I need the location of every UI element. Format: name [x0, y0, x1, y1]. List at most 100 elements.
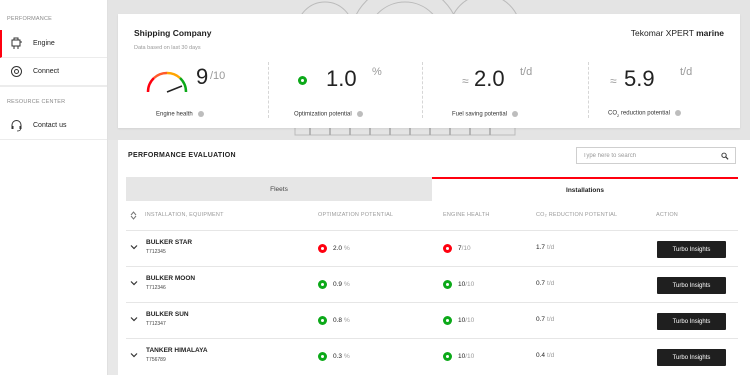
turbo-insights-button[interactable]: Turbo Insights: [657, 349, 726, 366]
opt-unit: %: [344, 281, 350, 288]
installation-code: T712346: [146, 285, 166, 291]
engine-health-label: Engine health: [156, 112, 193, 118]
co2-unit: t/d: [547, 244, 555, 251]
search-input[interactable]: [583, 152, 722, 159]
sidebar-section-resource: RESOURCE CENTER: [0, 86, 107, 112]
data-period-note: Data based on last 30 days: [134, 45, 201, 51]
tab-installations[interactable]: Installations: [432, 177, 738, 201]
chevron-down-icon[interactable]: [130, 279, 138, 287]
health-value: 10: [458, 353, 466, 360]
status-alert-icon: [318, 244, 327, 253]
search-box[interactable]: [576, 147, 736, 164]
installation-name: BULKER MOON: [146, 275, 196, 282]
status-ok-icon: [318, 352, 327, 361]
co2-value: 1.7: [536, 244, 546, 251]
installation-name: BULKER SUN: [146, 311, 189, 318]
connect-icon: [9, 65, 23, 79]
opt-value: 0.3: [333, 353, 343, 360]
status-ok-icon: [318, 316, 327, 325]
table-row[interactable]: BULKER STAR T712345 2.0% 7/10 1.7 t/d Tur…: [126, 230, 738, 266]
table-header: INSTALLATION, EQUIPMENT OPTIMIZATION POT…: [126, 210, 738, 224]
status-alert-icon: [443, 244, 452, 253]
info-icon[interactable]: [197, 111, 204, 118]
chevron-down-icon[interactable]: [130, 243, 138, 251]
optimization-value: 1.0: [326, 66, 357, 91]
co2-unit: t/d: [547, 352, 555, 359]
installation-name: BULKER STAR: [146, 239, 193, 246]
turbo-insights-button[interactable]: Turbo Insights: [657, 277, 726, 294]
installation-name: TANKER HIMALAYA: [146, 347, 208, 354]
brand-regular: Tekomar XPERT: [630, 28, 697, 38]
health-cell: 10/10: [443, 280, 474, 289]
company-name: Shipping Company: [134, 28, 212, 38]
kpi-fuel-saving: ≈ 2.0 t/d Fuel saving potential: [444, 64, 584, 120]
co2-unit: t/d: [547, 280, 555, 287]
installation-code: T712345: [146, 249, 166, 255]
status-ok-icon: [443, 280, 452, 289]
sidebar-item-engine[interactable]: Engine: [0, 30, 107, 58]
co2-cell: 0.7 t/d: [536, 280, 554, 287]
health-cell: 10/10: [443, 352, 474, 361]
optimization-caption: Optimization potential: [294, 111, 363, 118]
status-ok-icon: [318, 280, 327, 289]
kpi-card: Shipping Company Data based on last 30 d…: [118, 14, 740, 128]
installation-code: T756789: [146, 357, 166, 363]
turbo-insights-button[interactable]: Turbo Insights: [657, 241, 726, 258]
sort-icon[interactable]: [130, 211, 137, 220]
opt-unit: %: [344, 317, 350, 324]
table-row[interactable]: TANKER HIMALAYA T756789 0.3% 10/10 0.4 t/…: [126, 338, 738, 374]
sidebar-item-label: Engine: [33, 40, 55, 47]
table-row[interactable]: BULKER SUN T712347 0.8% 10/10 0.7 t/d Tur…: [126, 302, 738, 338]
brand-title: Tekomar XPERT marine: [631, 28, 724, 38]
co2-value: 0.7: [536, 280, 546, 287]
sidebar-item-label: Connect: [33, 68, 60, 75]
kpi-engine-health: 9 /10 Engine health: [144, 64, 254, 120]
health-cell: 10/10: [443, 316, 474, 325]
sidebar-item-contact[interactable]: Contact us: [0, 112, 107, 140]
co2-value: 5.9: [624, 66, 655, 91]
info-icon[interactable]: [674, 110, 681, 117]
info-icon[interactable]: [356, 111, 363, 118]
panel-title: PERFORMANCE EVALUATION: [128, 152, 236, 159]
installation-code: T712347: [146, 321, 166, 327]
fuel-saving-caption: Fuel saving potential: [452, 111, 519, 118]
optimization-cell: 2.0%: [318, 244, 350, 253]
opt-unit: %: [344, 245, 350, 252]
sidebar-item-connect[interactable]: Connect: [0, 58, 107, 86]
co2-cell: 0.4 t/d: [536, 352, 554, 359]
opt-unit: %: [344, 353, 350, 360]
column-co2: CO₂ REDUCTION POTENTIAL: [536, 212, 618, 218]
fuel-saving-value: 2.0: [474, 66, 505, 91]
co2-label-pre: CO: [608, 110, 617, 117]
engine-health-caption: Engine health: [156, 111, 204, 118]
co2-unit: t/d: [547, 316, 555, 323]
engine-icon: [9, 37, 23, 51]
search-icon[interactable]: [721, 152, 729, 160]
status-ok-icon: [443, 352, 452, 361]
turbo-insights-button[interactable]: Turbo Insights: [657, 313, 726, 330]
co2-cell: 1.7 t/d: [536, 244, 554, 251]
engine-health-max: /10: [210, 70, 226, 82]
co2-caption: CO2 reduction potential: [608, 110, 681, 118]
info-icon[interactable]: [512, 111, 519, 118]
health-max: /10: [465, 353, 475, 360]
brand-bold: marine: [696, 28, 724, 38]
health-cell: 7/10: [443, 244, 471, 253]
sidebar: PERFORMANCE Engine Connect RESOURCE CENT…: [0, 0, 108, 375]
tab-fleets[interactable]: Fleets: [126, 177, 432, 201]
status-ok-icon: [298, 76, 307, 85]
co2-unit: t/d: [680, 66, 693, 78]
table-row[interactable]: BULKER MOON T712346 0.9% 10/10 0.7 t/d Tu…: [126, 266, 738, 302]
co2-cell: 0.7 t/d: [536, 316, 554, 323]
optimization-unit: %: [372, 66, 382, 78]
optimization-cell: 0.8%: [318, 316, 350, 325]
opt-value: 0.9: [333, 281, 343, 288]
chevron-down-icon[interactable]: [130, 315, 138, 323]
health-max: /10: [465, 317, 475, 324]
co2-label-post: reduction potential: [619, 110, 670, 117]
chevron-down-icon[interactable]: [130, 351, 138, 359]
health-max: /10: [461, 245, 471, 252]
column-installation[interactable]: INSTALLATION, EQUIPMENT: [145, 212, 224, 218]
kpi-divider: [588, 62, 589, 118]
column-optimization: OPTIMIZATION POTENTIAL: [318, 212, 394, 218]
